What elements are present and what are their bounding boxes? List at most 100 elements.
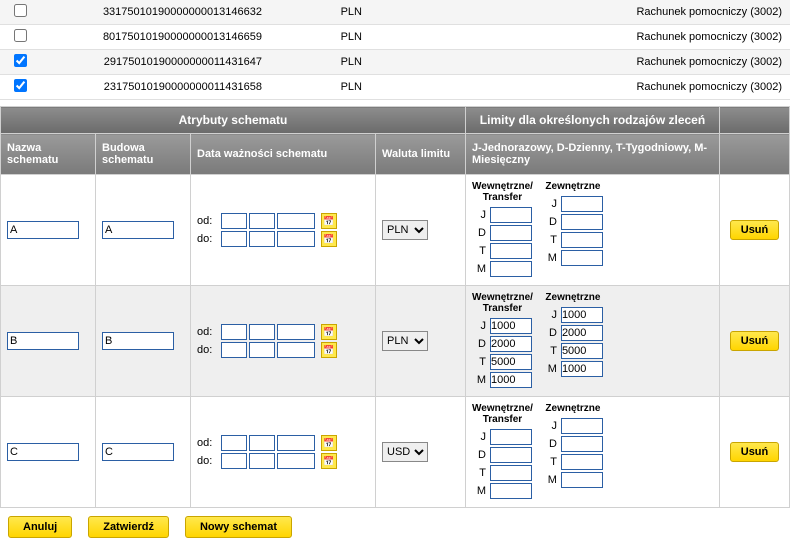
- date-year-input[interactable]: [277, 324, 315, 340]
- limit-label-J: J: [472, 209, 486, 221]
- date-month-input[interactable]: [249, 453, 275, 469]
- account-currency: PLN: [270, 75, 370, 100]
- limit-input-D[interactable]: [561, 325, 603, 341]
- date-day-input[interactable]: [221, 324, 247, 340]
- limit-label-D: D: [543, 438, 557, 450]
- header-build: Budowa schematu: [96, 134, 191, 175]
- date-year-input[interactable]: [277, 435, 315, 451]
- schema-build-input[interactable]: [102, 443, 174, 461]
- account-checkbox[interactable]: [14, 29, 27, 42]
- delete-button[interactable]: Usuń: [730, 331, 780, 351]
- limit-input-D[interactable]: [490, 336, 532, 352]
- limit-input-J[interactable]: [561, 418, 603, 434]
- header-name: Nazwa schematu: [1, 134, 96, 175]
- limit-input-D[interactable]: [490, 225, 532, 241]
- limit-input-J[interactable]: [490, 207, 532, 223]
- schema-row: od:📅do:📅PLNUSDEURWewnętrzne/TransferJDTM…: [1, 286, 790, 397]
- date-day-input[interactable]: [221, 231, 247, 247]
- schema-name-input[interactable]: [7, 443, 79, 461]
- account-checkbox[interactable]: [14, 4, 27, 17]
- date-year-input[interactable]: [277, 231, 315, 247]
- calendar-icon[interactable]: 📅: [321, 342, 337, 358]
- date-label: do:: [197, 344, 219, 356]
- header-currency: Waluta limitu: [376, 134, 466, 175]
- account-description: Rachunek pomocniczy (3002): [370, 50, 790, 75]
- date-day-input[interactable]: [221, 453, 247, 469]
- limit-input-M[interactable]: [490, 372, 532, 388]
- limit-input-T[interactable]: [490, 354, 532, 370]
- currency-select[interactable]: PLNUSDEUR: [382, 331, 428, 351]
- schema-name-input[interactable]: [7, 221, 79, 239]
- schema-build-input[interactable]: [102, 221, 174, 239]
- date-year-input[interactable]: [277, 453, 315, 469]
- limit-label-D: D: [472, 227, 486, 239]
- date-month-input[interactable]: [249, 435, 275, 451]
- schema-name-input[interactable]: [7, 332, 79, 350]
- account-description: Rachunek pomocniczy (3002): [370, 25, 790, 50]
- limit-input-T[interactable]: [561, 232, 603, 248]
- confirm-button[interactable]: Zatwierdź: [88, 516, 169, 538]
- date-day-input[interactable]: [221, 342, 247, 358]
- date-month-input[interactable]: [249, 213, 275, 229]
- limit-label-M: M: [543, 474, 557, 486]
- account-number: 80175010190000000013146659: [40, 25, 270, 50]
- limit-input-M[interactable]: [561, 472, 603, 488]
- account-number: 23175010190000000011431658: [40, 75, 270, 100]
- account-row: 23175010190000000011431658PLNRachunek po…: [0, 75, 790, 100]
- limit-input-M[interactable]: [490, 483, 532, 499]
- limit-label-M: M: [543, 363, 557, 375]
- limits-col-title: Zewnętrzne: [543, 403, 603, 414]
- limit-input-J[interactable]: [490, 318, 532, 334]
- date-label: do:: [197, 455, 219, 467]
- limit-input-M[interactable]: [561, 361, 603, 377]
- date-day-input[interactable]: [221, 435, 247, 451]
- limit-input-M[interactable]: [490, 261, 532, 277]
- currency-select[interactable]: PLNUSDEUR: [382, 442, 428, 462]
- limit-input-T[interactable]: [561, 454, 603, 470]
- limit-input-T[interactable]: [490, 243, 532, 259]
- header-attributes: Atrybuty schematu: [1, 107, 466, 134]
- currency-select[interactable]: PLNUSDEUR: [382, 220, 428, 240]
- calendar-icon[interactable]: 📅: [321, 231, 337, 247]
- limit-input-M[interactable]: [561, 250, 603, 266]
- schema-build-input[interactable]: [102, 332, 174, 350]
- new-schema-button[interactable]: Nowy schemat: [185, 516, 292, 538]
- limit-label-T: T: [472, 245, 486, 257]
- date-label: do:: [197, 233, 219, 245]
- schema-row: od:📅do:📅PLNUSDEURWewnętrzne/TransferJDTM…: [1, 397, 790, 508]
- calendar-icon[interactable]: 📅: [321, 453, 337, 469]
- date-day-input[interactable]: [221, 213, 247, 229]
- limit-label-D: D: [472, 338, 486, 350]
- limit-input-J[interactable]: [561, 307, 603, 323]
- calendar-icon[interactable]: 📅: [321, 213, 337, 229]
- account-description: Rachunek pomocniczy (3002): [370, 75, 790, 100]
- limit-label-J: J: [543, 198, 557, 210]
- limit-input-D[interactable]: [561, 214, 603, 230]
- account-row: 29175010190000000011431647PLNRachunek po…: [0, 50, 790, 75]
- limit-label-M: M: [472, 374, 486, 386]
- cancel-button[interactable]: Anuluj: [8, 516, 72, 538]
- limit-input-D[interactable]: [490, 447, 532, 463]
- calendar-icon[interactable]: 📅: [321, 435, 337, 451]
- limit-label-J: J: [543, 309, 557, 321]
- limit-input-J[interactable]: [561, 196, 603, 212]
- calendar-icon[interactable]: 📅: [321, 324, 337, 340]
- delete-button[interactable]: Usuń: [730, 442, 780, 462]
- date-year-input[interactable]: [277, 342, 315, 358]
- date-month-input[interactable]: [249, 231, 275, 247]
- account-currency: PLN: [270, 25, 370, 50]
- account-description: Rachunek pomocniczy (3002): [370, 0, 790, 25]
- header-actions-blank: [720, 134, 790, 175]
- date-month-input[interactable]: [249, 342, 275, 358]
- account-currency: PLN: [270, 50, 370, 75]
- limit-input-T[interactable]: [561, 343, 603, 359]
- delete-button[interactable]: Usuń: [730, 220, 780, 240]
- limit-input-J[interactable]: [490, 429, 532, 445]
- account-checkbox[interactable]: [14, 79, 27, 92]
- account-checkbox[interactable]: [14, 54, 27, 67]
- limit-input-T[interactable]: [490, 465, 532, 481]
- limit-label-D: D: [472, 449, 486, 461]
- date-month-input[interactable]: [249, 324, 275, 340]
- limit-input-D[interactable]: [561, 436, 603, 452]
- date-year-input[interactable]: [277, 213, 315, 229]
